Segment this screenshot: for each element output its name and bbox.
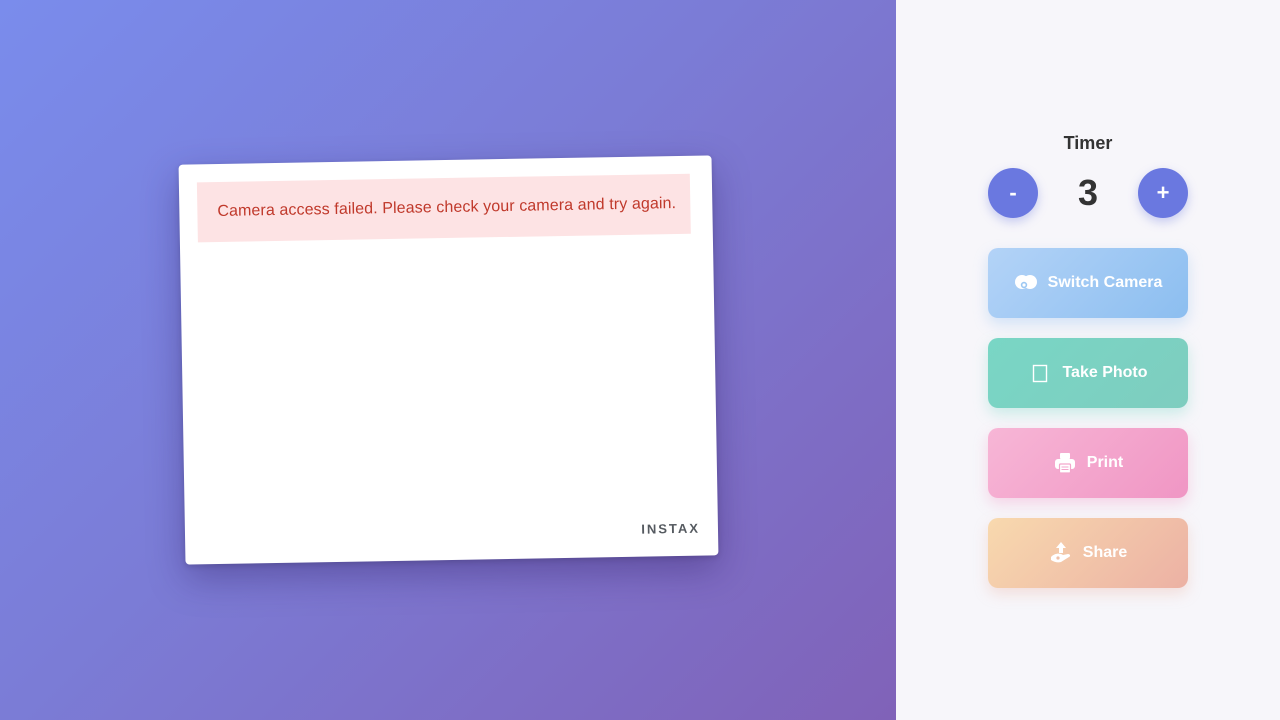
control-panel: Timer - 3 + Switch Camera Take Photo Pri… — [896, 0, 1280, 720]
take-photo-button[interactable]: Take Photo — [988, 338, 1188, 408]
brand-label: INSTAX — [641, 520, 701, 537]
timer-increment-button[interactable]: + — [1138, 168, 1188, 218]
share-button[interactable]: Share — [988, 518, 1188, 588]
instant-photo-frame: Camera access failed. Please check your … — [178, 155, 719, 565]
print-button[interactable]: Print — [988, 428, 1188, 498]
timer-row: - 3 + — [988, 168, 1188, 218]
switch-camera-button[interactable]: Switch Camera — [988, 248, 1188, 318]
timer-value: 3 — [1077, 172, 1099, 213]
printer-icon — [1053, 451, 1077, 475]
camera-stage: Camera access failed. Please check your … — [0, 0, 896, 720]
camera-switch-icon — [1014, 271, 1038, 295]
share-icon — [1049, 541, 1073, 565]
switch-camera-label: Switch Camera — [1047, 274, 1163, 291]
timer-decrement-button[interactable]: - — [988, 168, 1038, 218]
controls: Timer - 3 + Switch Camera Take Photo Pri… — [988, 132, 1188, 588]
print-label: Print — [1086, 454, 1124, 471]
shutter-icon — [1028, 361, 1052, 385]
error-message: Camera access failed. Please check your … — [217, 195, 677, 221]
timer-label: Timer — [1063, 133, 1113, 153]
take-photo-label: Take Photo — [1062, 364, 1148, 381]
error-banner: Camera access failed. Please check your … — [196, 173, 691, 243]
share-label: Share — [1082, 544, 1128, 561]
